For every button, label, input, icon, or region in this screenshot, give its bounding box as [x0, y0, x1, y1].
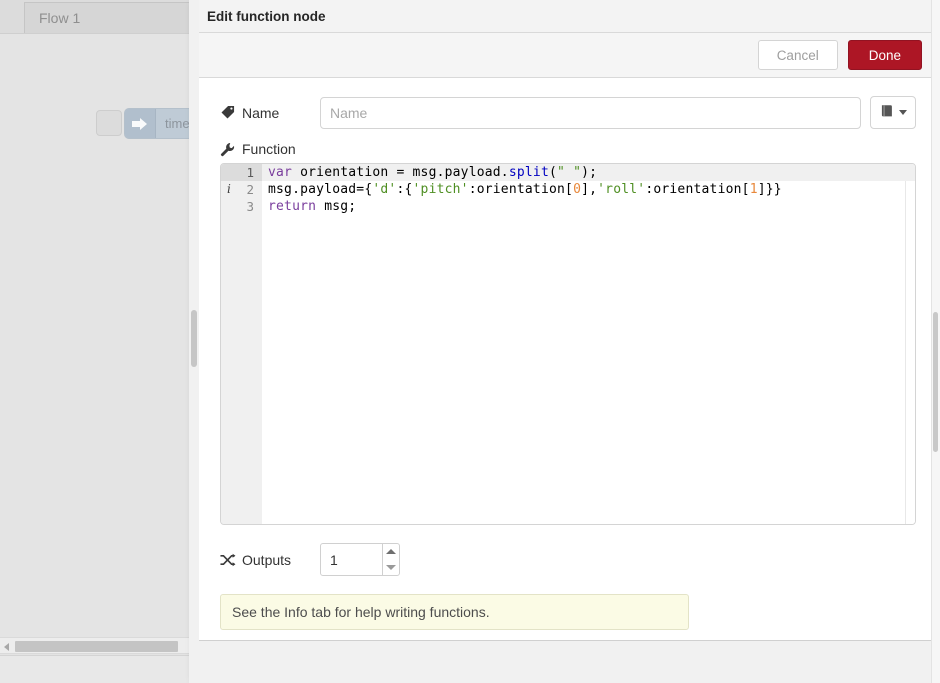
- flow-tab-label: Flow 1: [39, 10, 80, 26]
- app-root: Flow 1 timestamp: [0, 0, 940, 683]
- editor-gutter[interactable]: 1i23: [221, 164, 262, 524]
- code-token: msg;: [316, 199, 356, 214]
- gutter-info-marker-icon[interactable]: i: [227, 181, 231, 198]
- random-icon: [220, 553, 237, 567]
- gutter-line-1[interactable]: 1: [221, 164, 262, 181]
- code-token: );: [581, 165, 597, 180]
- code-line-3[interactable]: return msg;: [262, 198, 915, 215]
- gutter-line-number: 2: [246, 182, 254, 197]
- code-token: :{: [396, 182, 412, 197]
- outputs-label: Outputs: [220, 552, 320, 568]
- scroll-left-arrow-icon[interactable]: [4, 643, 9, 651]
- canvas-hscroll-thumb[interactable]: [15, 641, 178, 652]
- outputs-decrement-button[interactable]: [383, 560, 399, 576]
- code-token: var: [268, 165, 292, 180]
- chevron-down-icon: [899, 110, 907, 115]
- dialog-titlebar: Edit function node: [196, 0, 940, 33]
- code-token: ],: [581, 182, 597, 197]
- book-icon: [880, 104, 895, 121]
- code-token: 'pitch': [413, 182, 469, 197]
- function-label-text: Function: [242, 141, 296, 157]
- dialog-footer: [196, 640, 940, 683]
- triangle-down-icon: [386, 565, 396, 570]
- code-token: :orientation[: [469, 182, 573, 197]
- dialog-button-bar: Cancel Done: [196, 33, 940, 78]
- code-token: 'd': [372, 182, 396, 197]
- cancel-button[interactable]: Cancel: [758, 40, 838, 70]
- gutter-line-2[interactable]: i2: [221, 181, 262, 198]
- done-button[interactable]: Done: [848, 40, 922, 70]
- node-input-port[interactable]: [96, 110, 122, 136]
- code-token: (: [549, 165, 557, 180]
- edit-function-node-dialog: Edit function node Cancel Done Name: [195, 0, 940, 683]
- tag-icon: [220, 105, 237, 120]
- code-token: " ": [557, 165, 581, 180]
- dialog-title: Edit function node: [196, 9, 325, 24]
- code-token: =: [396, 165, 412, 180]
- gutter-line-3[interactable]: 3: [221, 198, 262, 215]
- code-token: split: [509, 165, 549, 180]
- page-vertical-scrollbar-thumb[interactable]: [933, 312, 938, 452]
- code-token: 1: [750, 182, 758, 197]
- editor-code-lines[interactable]: var orientation = msg.payload.split(" ")…: [262, 164, 915, 215]
- name-label: Name: [220, 105, 320, 121]
- wrench-icon: [220, 142, 237, 157]
- outputs-increment-button[interactable]: [383, 544, 399, 560]
- panel-vertical-scrollbar-thumb[interactable]: [191, 310, 197, 367]
- gutter-line-number: 3: [246, 199, 254, 214]
- outputs-stepper-buttons[interactable]: [382, 544, 399, 575]
- code-token: return: [268, 199, 316, 214]
- name-preset-dropdown-button[interactable]: [870, 96, 916, 129]
- name-row: Name: [220, 96, 916, 129]
- code-token: 0: [573, 182, 581, 197]
- inject-arrow-icon: [125, 109, 156, 138]
- dialog-body: Name: [196, 78, 940, 640]
- info-tip-box: See the Info tab for help writing functi…: [220, 594, 689, 630]
- editor-print-margin: [905, 164, 906, 524]
- triangle-up-icon: [386, 549, 396, 554]
- code-token: ]}}: [758, 182, 782, 197]
- gutter-line-number: 1: [246, 165, 254, 180]
- outputs-row: Outputs: [220, 543, 916, 576]
- function-label: Function: [220, 141, 916, 157]
- function-code-editor[interactable]: 1i23 var orientation = msg.payload.split…: [220, 163, 916, 525]
- outputs-input[interactable]: [321, 544, 382, 575]
- outputs-stepper[interactable]: [320, 543, 400, 576]
- code-token: 'roll': [597, 182, 645, 197]
- name-label-text: Name: [242, 105, 279, 121]
- code-line-1[interactable]: var orientation = msg.payload.split(" ")…: [262, 164, 915, 181]
- flow-tab-flow-1[interactable]: Flow 1: [24, 2, 192, 33]
- info-tip-text: See the Info tab for help writing functi…: [232, 604, 490, 620]
- code-token: orientation: [292, 165, 396, 180]
- code-token: :orientation[: [645, 182, 749, 197]
- code-token: msg.payload.: [413, 165, 509, 180]
- editor-code-area[interactable]: var orientation = msg.payload.split(" ")…: [262, 164, 915, 524]
- code-token: msg.payload={: [268, 182, 372, 197]
- name-input[interactable]: [320, 97, 861, 129]
- code-line-2[interactable]: msg.payload={'d':{'pitch':orientation[0]…: [262, 181, 915, 198]
- outputs-label-text: Outputs: [242, 552, 291, 568]
- canvas-horizontal-scrollbar[interactable]: [0, 637, 193, 654]
